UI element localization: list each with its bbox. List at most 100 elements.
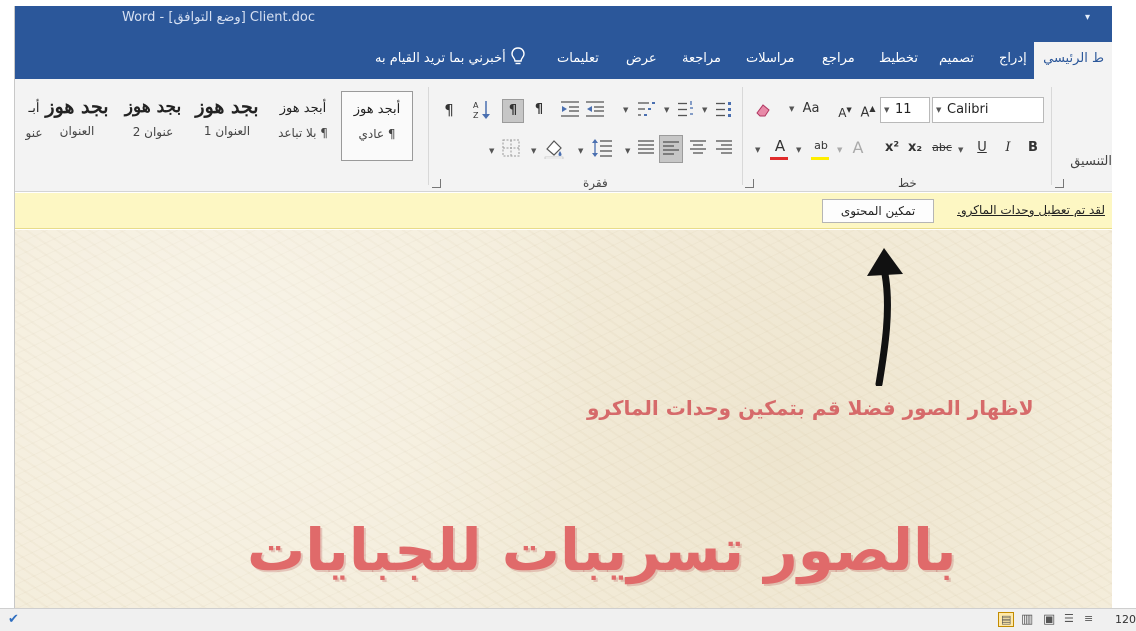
clipboard-launcher-icon[interactable] <box>1055 179 1064 188</box>
align-center-icon[interactable] <box>689 139 707 157</box>
svg-text:A: A <box>473 101 479 110</box>
clipboard-group-label: التنسيق <box>1070 154 1112 169</box>
style-subtitle[interactable]: أبـ عنو <box>15 91 45 161</box>
highlight-color-bar <box>811 157 829 160</box>
group-divider <box>1051 87 1052 185</box>
align-right-icon[interactable] <box>715 139 733 157</box>
subscript-button[interactable]: x₂ <box>904 137 926 161</box>
ribbon: التنسيق ▼ Calibri ▼ 11 A▲ A▼ ▼Aa B I U <box>15 79 1112 192</box>
tab-view[interactable]: عرض <box>626 51 657 66</box>
rtl-direction-button[interactable]: ¶ <box>529 99 549 123</box>
enable-content-button[interactable]: تمكين المحتوى <box>822 199 934 223</box>
strikethrough-button[interactable]: abc <box>929 137 955 161</box>
font-color-button[interactable]: A <box>769 135 791 159</box>
borders-icon[interactable] <box>502 139 520 157</box>
status-bar: ✔ ▤ ▥ ▣ ☰ ≡ 120 <box>0 608 1136 631</box>
font-color-bar <box>770 157 788 160</box>
lightbulb-icon <box>511 47 525 65</box>
font-launcher-icon[interactable] <box>745 179 754 188</box>
chevron-down-icon[interactable]: ▼ <box>702 106 707 114</box>
tab-review[interactable]: مراجعة <box>682 51 721 66</box>
chevron-down-icon: ▼ <box>936 106 942 114</box>
italic-button[interactable]: I <box>998 137 1018 161</box>
align-left-icon <box>663 141 679 155</box>
arrow-up-icon <box>867 248 903 386</box>
change-case-button[interactable]: ▼ Aa <box>789 98 823 122</box>
line-spacing-icon[interactable] <box>591 137 613 159</box>
style-no-spacing[interactable]: أبجد هوز ¶ بلا تباعد <box>267 91 339 161</box>
tab-mailings[interactable]: مراسلات <box>746 51 795 66</box>
bold-button[interactable]: B <box>1023 137 1043 161</box>
word-window: Word - [وضع التوافق] Client.doc ▾ ط الرئ… <box>14 6 1112 608</box>
chevron-down-icon[interactable]: ▼ <box>796 146 801 154</box>
chevron-down-icon[interactable]: ▼ <box>489 147 494 155</box>
text-effects-button[interactable]: A <box>848 137 868 161</box>
security-warning-bar: لقد تم تعطيل وحدات الماكرو. تمكين المحتو… <box>15 193 1112 229</box>
window-title: Word - [وضع التوافق] Client.doc <box>122 10 316 25</box>
draft-view-icon[interactable]: ≡ <box>1084 612 1093 625</box>
decrease-indent-icon[interactable] <box>585 99 605 119</box>
style-heading-1[interactable]: بجد هوز العنوان 1 <box>191 91 263 161</box>
print-layout-icon[interactable]: ▤ <box>998 612 1015 627</box>
macro-hint-text: لاظهار الصور فضلا قم بتمكين وحدات الماكر… <box>587 396 1034 420</box>
style-heading-2[interactable]: بجد هوز عنوان 2 <box>117 91 189 161</box>
style-title[interactable]: بجد هوز العنوان <box>41 91 113 161</box>
style-normal[interactable]: أبجد هوز ¶ عادي <box>341 91 413 161</box>
font-size-combo[interactable]: ▼ 11 <box>880 97 930 123</box>
styles-gallery: أبجد هوز ¶ عادي أبجد هوز ¶ بلا تباعد بجد… <box>15 83 421 167</box>
web-layout-icon[interactable]: ▣ <box>1043 612 1055 627</box>
shrink-font-button[interactable]: A▼ <box>835 99 855 123</box>
align-left-button[interactable] <box>659 135 683 163</box>
highlight-button[interactable]: ab <box>810 135 832 159</box>
clear-formatting-button[interactable] <box>751 98 775 122</box>
chevron-down-icon[interactable]: ▼ <box>578 147 583 155</box>
document-headline: بالصور تسريبات للجبايات <box>247 516 957 584</box>
group-divider <box>428 87 429 185</box>
justify-icon[interactable] <box>637 139 655 157</box>
shading-icon[interactable] <box>543 137 565 159</box>
proofing-check-icon[interactable]: ✔ <box>8 612 19 627</box>
outline-view-icon[interactable]: ☰ <box>1064 612 1074 625</box>
font-name-combo[interactable]: ▼ Calibri <box>932 97 1044 123</box>
tell-me-search[interactable]: أخبرني بما تريد القيام به <box>375 51 506 66</box>
tab-layout[interactable]: تخطيط <box>879 51 918 66</box>
paragraph-launcher-icon[interactable] <box>432 179 441 188</box>
read-mode-icon[interactable]: ▥ <box>1021 612 1033 627</box>
grow-font-button[interactable]: A▲ <box>858 98 878 122</box>
tab-references[interactable]: مراجع <box>822 51 855 66</box>
font-group-label: خط <box>898 176 917 190</box>
eraser-icon <box>756 104 770 117</box>
ltr-direction-button[interactable]: ¶ <box>502 99 524 123</box>
chevron-down-icon: ▼ <box>884 106 890 114</box>
tab-help[interactable]: تعليمات <box>557 51 599 66</box>
chevron-down-icon[interactable]: ▼ <box>625 147 630 155</box>
chevron-down-icon[interactable]: ▼ <box>623 106 628 114</box>
document-canvas[interactable]: لاظهار الصور فضلا قم بتمكين وحدات الماكر… <box>15 230 1112 608</box>
chevron-down-icon[interactable]: ▼ <box>958 146 963 154</box>
svg-text:Z: Z <box>473 111 479 120</box>
title-bar: Word - [وضع التوافق] Client.doc ▾ <box>15 6 1112 39</box>
ribbon-tabs: ط الرئيسي إدراج تصميم تخطيط مراجع مراسلا… <box>15 39 1112 79</box>
chevron-down-icon: ▼ <box>789 105 795 113</box>
underline-button[interactable]: U <box>972 137 992 161</box>
numbering-icon[interactable] <box>677 99 695 119</box>
zoom-level[interactable]: 120 <box>1115 613 1136 626</box>
desktop-edge <box>0 0 14 608</box>
bullets-icon[interactable] <box>715 99 733 119</box>
customize-qat-icon[interactable]: ▾ <box>1085 12 1090 23</box>
chevron-down-icon[interactable]: ▼ <box>664 106 669 114</box>
tab-home[interactable]: ط الرئيسي <box>1034 42 1112 79</box>
superscript-button[interactable]: x² <box>881 137 903 161</box>
chevron-down-icon: ▼ <box>837 146 843 154</box>
tab-design[interactable]: تصميم <box>939 51 974 66</box>
sort-icon[interactable]: A Z <box>472 99 492 121</box>
group-divider <box>742 87 743 185</box>
macros-disabled-link[interactable]: لقد تم تعطيل وحدات الماكرو. <box>957 203 1105 217</box>
show-marks-button[interactable]: ¶ <box>439 99 459 123</box>
paragraph-group-label: فقرة <box>583 176 608 190</box>
chevron-down-icon[interactable]: ▼ <box>755 146 760 154</box>
increase-indent-icon[interactable] <box>560 99 580 119</box>
tab-insert[interactable]: إدراج <box>999 51 1027 66</box>
multilevel-list-icon[interactable] <box>637 99 657 119</box>
chevron-down-icon[interactable]: ▼ <box>531 147 536 155</box>
